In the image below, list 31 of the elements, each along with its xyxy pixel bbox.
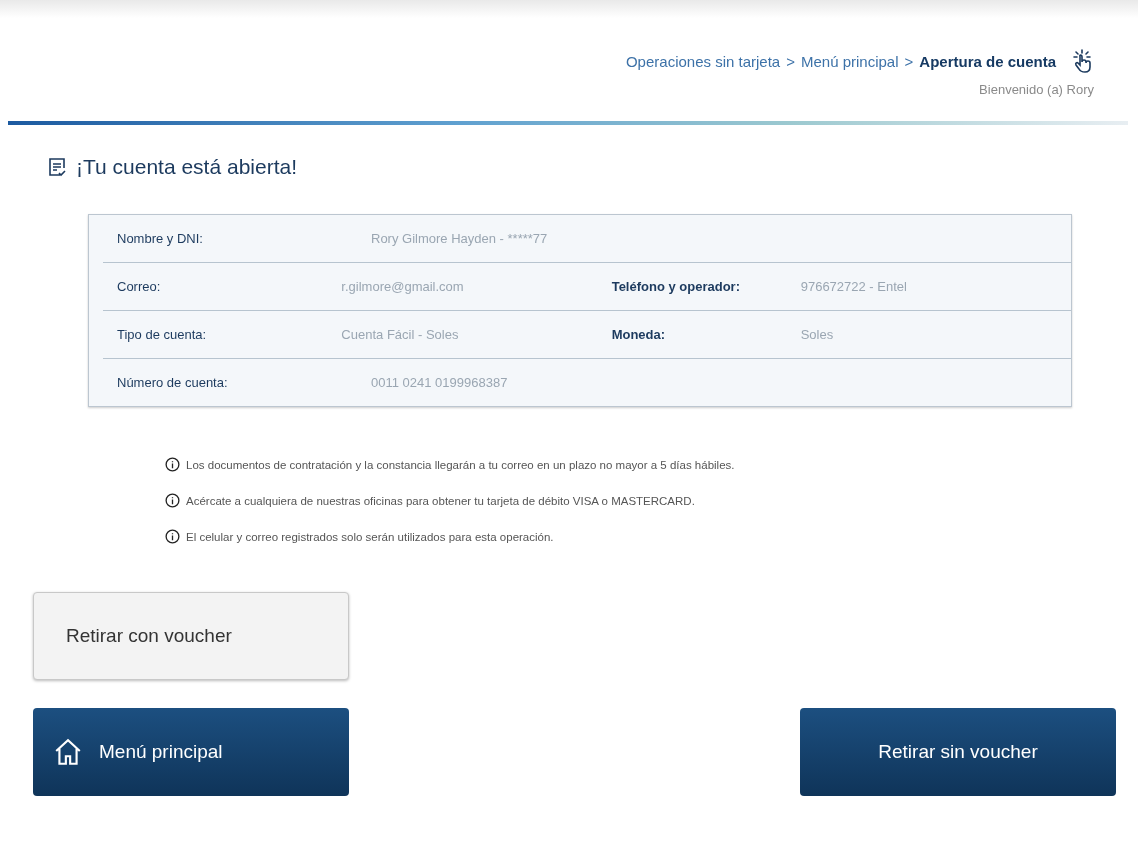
voucher-button[interactable]: Retirar con voucher <box>33 592 349 680</box>
info-note: Los documentos de contratación y la constancia llegarán a tu correo en un plazo no mayor a 5 días hábiles. <box>186 458 735 471</box>
field-value: Rory Gilmore Hayden - *****77 <box>371 231 548 246</box>
field-value: r.gilmore@gmail.com <box>341 279 465 294</box>
hand-tap-icon <box>1070 48 1094 74</box>
page-title: ¡Tu cuenta está abierta! <box>76 155 297 179</box>
welcome-text: Bienvenido (a) Rory <box>979 82 1094 97</box>
field-label: Nombre y DNI: <box>117 231 204 246</box>
field-value: 976672722 - Entel <box>800 279 908 294</box>
field-value: 0011 0241 0199968387 <box>371 375 508 390</box>
breadcrumb-separator: > <box>904 52 914 70</box>
info-icon <box>165 493 180 508</box>
field-value: Cuenta Fácil - Soles <box>341 327 460 342</box>
info-note: El celular y correo registrados solo serán utilizados para esta operación. <box>186 530 554 543</box>
breadcrumb-item[interactable]: Operaciones sin tarjeta <box>625 52 781 70</box>
breadcrumb-separator: > <box>786 52 795 70</box>
breadcrumb-item[interactable]: Apertura de cuenta <box>919 52 1056 70</box>
breadcrumb-item[interactable]: Menú principal <box>800 52 899 70</box>
info-note: Acércate a cualquiera de nuestras oficinas para obtener tu tarjeta de débito VISA o MASTERCARD. <box>186 494 695 507</box>
field-label: Número de cuenta: <box>117 375 229 390</box>
field-label: Tipo de cuenta: <box>117 327 208 342</box>
checklist-icon <box>46 156 68 178</box>
home-icon <box>53 737 83 767</box>
withdraw-button[interactable]: Retirar sin voucher <box>800 708 1116 796</box>
field-label: Teléfono y operador: <box>611 279 741 294</box>
info-icon <box>165 529 180 544</box>
field-label: Correo: <box>117 279 162 294</box>
field-value: Soles <box>800 327 835 342</box>
info-icon <box>165 457 180 472</box>
field-label: Moneda: <box>611 327 667 342</box>
main-menu-button[interactable]: Menú principal <box>33 708 349 796</box>
